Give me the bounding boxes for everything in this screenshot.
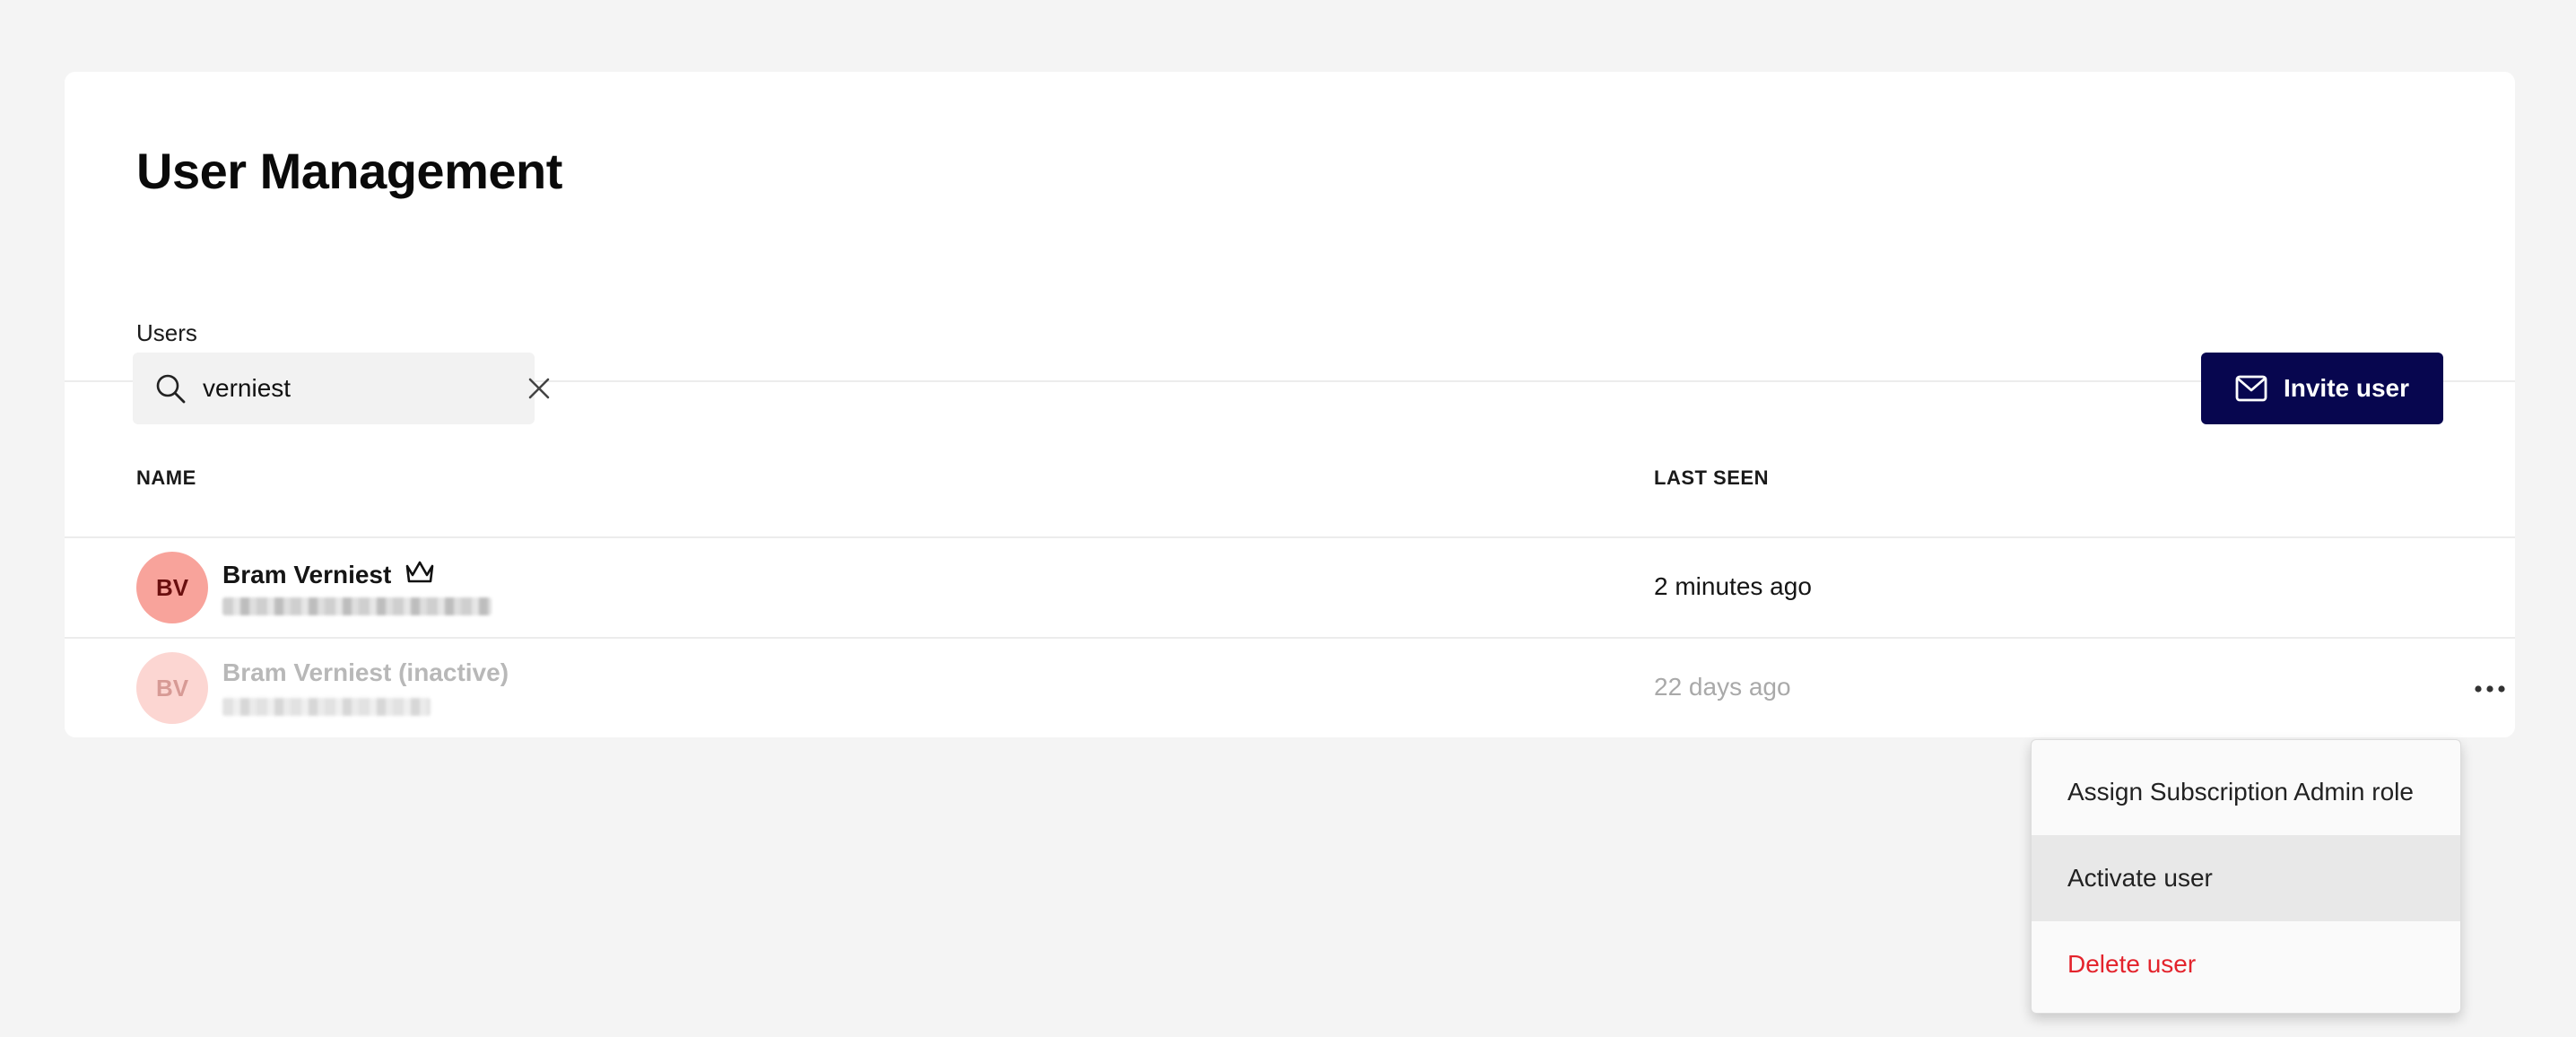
invite-user-label: Invite user <box>2283 374 2410 402</box>
last-seen-value: 2 minutes ago <box>1654 572 1812 600</box>
mail-icon <box>2235 375 2267 402</box>
menu-item-activate-user[interactable]: Activate user <box>2032 835 2460 921</box>
avatar: BV <box>136 552 208 623</box>
invite-user-button[interactable]: Invite user <box>2201 353 2443 424</box>
user-management-card: User Management Users Invite user <box>65 72 2515 737</box>
search-input[interactable] <box>203 374 527 403</box>
table-header: NAME LAST SEEN <box>65 466 2515 538</box>
search-box <box>133 353 550 424</box>
user-name: Bram Verniest <box>222 560 392 588</box>
column-header-name: NAME <box>136 466 196 489</box>
more-horizontal-icon <box>2475 685 2505 693</box>
table-row[interactable]: BV Bram Verniest (inactive) 22 days ago <box>65 639 2515 737</box>
email-redacted <box>222 698 431 716</box>
user-name-cell: Bram Verniest (inactive) <box>222 658 509 687</box>
page-title: User Management <box>136 143 562 199</box>
table-row[interactable]: BV Bram Verniest 2 minutes ago <box>65 538 2515 639</box>
search-icon <box>154 372 187 405</box>
user-name-cell: Bram Verniest <box>222 558 436 591</box>
last-seen-value: 22 days ago <box>1654 673 1791 701</box>
crown-icon <box>404 558 436 591</box>
close-icon[interactable] <box>527 376 552 401</box>
user-name: Bram Verniest (inactive) <box>222 658 509 686</box>
menu-item-delete-user[interactable]: Delete user <box>2032 921 2460 1007</box>
menu-item-assign-subscription-admin[interactable]: Assign Subscription Admin role <box>2032 749 2460 835</box>
row-context-menu: Assign Subscription Admin role Activate … <box>2031 739 2461 1014</box>
more-options-button[interactable] <box>2465 664 2515 714</box>
email-redacted <box>222 597 492 615</box>
column-header-last-seen: LAST SEEN <box>1654 466 1769 489</box>
avatar: BV <box>136 652 208 724</box>
